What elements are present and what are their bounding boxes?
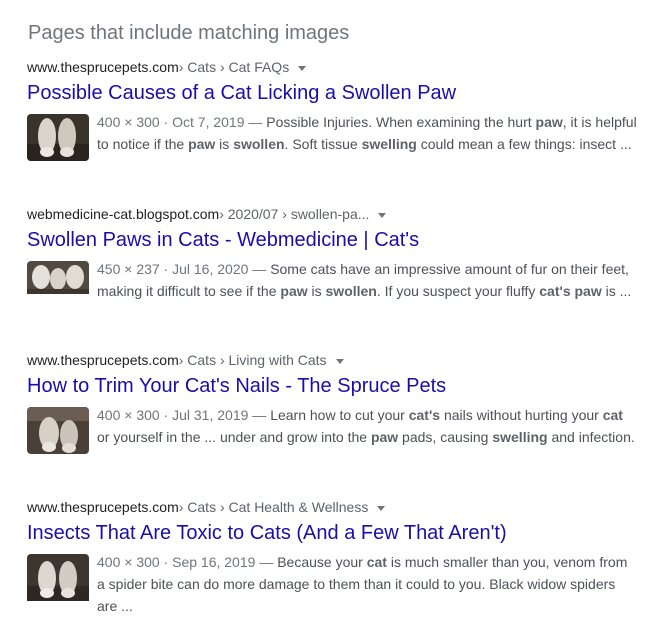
snippet-segment: nails without hurting your [440,407,603,423]
result-meta: 400 × 300 · Oct 7, 2019 — [97,114,267,130]
snippet-segment: Learn how to cut your [270,407,409,423]
snippet-keyword: swollen [325,283,377,299]
result-title-link[interactable]: Possible Causes of a Cat Licking a Swoll… [27,80,637,106]
snippet-segment: could mean a few things: insect ... [416,136,632,152]
result-title-link[interactable]: Insects That Are Toxic to Cats (And a Fe… [27,520,637,546]
snippet-keyword: cat [366,554,387,570]
result-breadcrumb: › 2020/07 › swollen-pa... [219,206,370,222]
result-url[interactable]: webmedicine-cat.blogspot.com › 2020/07 ›… [27,204,637,224]
snippet-segment: is ... [601,283,632,299]
result-meta: 400 × 300 · Sep 16, 2019 — [97,554,278,570]
snippet-keyword: cat [602,407,623,423]
snippet-segment: . Soft tissue [284,136,362,152]
snippet-segment: is [307,283,326,299]
snippet-segment: is [215,136,234,152]
section-heading: Pages that include matching images [28,22,350,44]
result-snippet: 400 × 300 · Oct 7, 2019 — Possible Injur… [97,111,637,161]
snippet-keyword: paw [535,114,563,130]
result-title-link[interactable]: How to Trim Your Cat's Nails - The Spruc… [27,373,637,399]
snippet-keyword: cat's [408,407,441,423]
search-result: webmedicine-cat.blogspot.com › 2020/07 ›… [27,204,637,302]
search-result: www.thesprucepets.com › Cats › Cat FAQs … [27,57,637,161]
result-breadcrumb: › Cats › Living with Cats [178,352,327,368]
snippet-keyword: swollen [233,136,285,152]
snippet-segment: and infection. [547,429,635,445]
result-thumbnail[interactable] [27,407,89,454]
chevron-down-icon[interactable] [377,505,386,511]
result-meta: 400 × 300 · Jul 31, 2019 — [97,407,271,423]
snippet-segment: . If you suspect your fluffy [376,283,540,299]
snippet-keyword: paw [188,136,216,152]
snippet-segment: Because your [277,554,367,570]
result-thumbnail[interactable] [27,114,89,161]
snippet-keyword: cat's paw [539,283,602,299]
chevron-down-icon[interactable] [378,212,387,218]
result-url[interactable]: www.thesprucepets.com › Cats › Living wi… [27,350,637,370]
result-title-link[interactable]: Swollen Paws in Cats - Webmedicine | Cat… [27,227,637,253]
snippet-keyword: paw [370,429,399,445]
result-breadcrumb: › Cats › Cat Health & Wellness [178,499,369,515]
snippet-keyword: paw [280,283,308,299]
result-thumbnail[interactable] [27,554,89,617]
result-url[interactable]: www.thesprucepets.com › Cats › Cat Healt… [27,497,637,517]
result-site: www.thesprucepets.com [27,499,179,515]
result-snippet: 400 × 300 · Jul 31, 2019 — Learn how to … [97,404,637,454]
snippet-segment: pads, causing [398,429,493,445]
result-meta: 450 × 237 · Jul 16, 2020 — [97,261,271,277]
result-url[interactable]: www.thesprucepets.com › Cats › Cat FAQs [27,57,637,77]
chevron-down-icon[interactable] [335,358,344,364]
result-breadcrumb: › Cats › Cat FAQs [178,59,290,75]
result-thumbnail[interactable] [27,261,89,302]
snippet-segment: or yourself in the ... under and grow in… [97,429,371,445]
search-result: www.thesprucepets.com › Cats › Living wi… [27,350,637,454]
result-snippet: 400 × 300 · Sep 16, 2019 — Because your … [97,551,637,617]
result-site: webmedicine-cat.blogspot.com [27,206,220,222]
result-snippet: 450 × 237 · Jul 16, 2020 — Some cats hav… [97,258,637,302]
result-site: www.thesprucepets.com [27,59,179,75]
chevron-down-icon[interactable] [298,65,307,71]
snippet-keyword: swelling [361,136,417,152]
search-result: www.thesprucepets.com › Cats › Cat Healt… [27,497,637,617]
search-results-page: Pages that include matching images www.t… [0,0,663,614]
snippet-keyword: swelling [492,429,548,445]
snippet-segment: Possible Injuries. When examining the hu… [266,114,536,130]
result-site: www.thesprucepets.com [27,352,179,368]
